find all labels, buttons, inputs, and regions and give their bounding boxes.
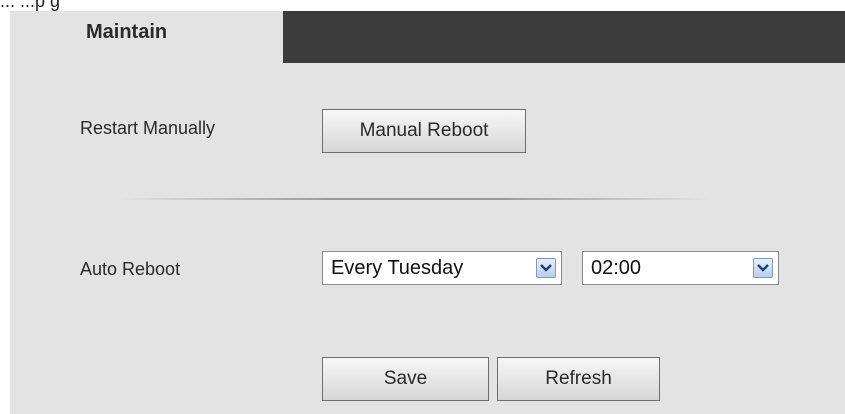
tab-bar: Maintain: [10, 11, 845, 63]
section-divider: [120, 198, 710, 200]
cut-off-text: ... ...p g: [0, 0, 61, 11]
reboot-time-select[interactable]: 02:00: [582, 251, 779, 285]
refresh-button[interactable]: Refresh: [497, 357, 660, 401]
manual-reboot-button[interactable]: Manual Reboot: [322, 109, 526, 153]
restart-manually-label: Restart Manually: [80, 118, 216, 138]
chevron-down-icon[interactable]: [536, 258, 556, 278]
auto-reboot-label: Auto Reboot: [80, 259, 181, 279]
tab-maintain[interactable]: Maintain: [10, 11, 283, 63]
reboot-day-select[interactable]: Every Tuesday: [322, 251, 562, 285]
reboot-time-value: 02:00: [591, 257, 642, 279]
reboot-day-value: Every Tuesday: [331, 257, 464, 279]
maintain-panel: Maintain Restart Manually Manual Reboot …: [10, 11, 845, 414]
tab-maintain-label: Maintain: [86, 21, 168, 43]
top-cut-off-strip: ... ...p g: [0, 0, 845, 11]
save-button[interactable]: Save: [322, 357, 489, 401]
chevron-down-icon[interactable]: [753, 258, 773, 278]
